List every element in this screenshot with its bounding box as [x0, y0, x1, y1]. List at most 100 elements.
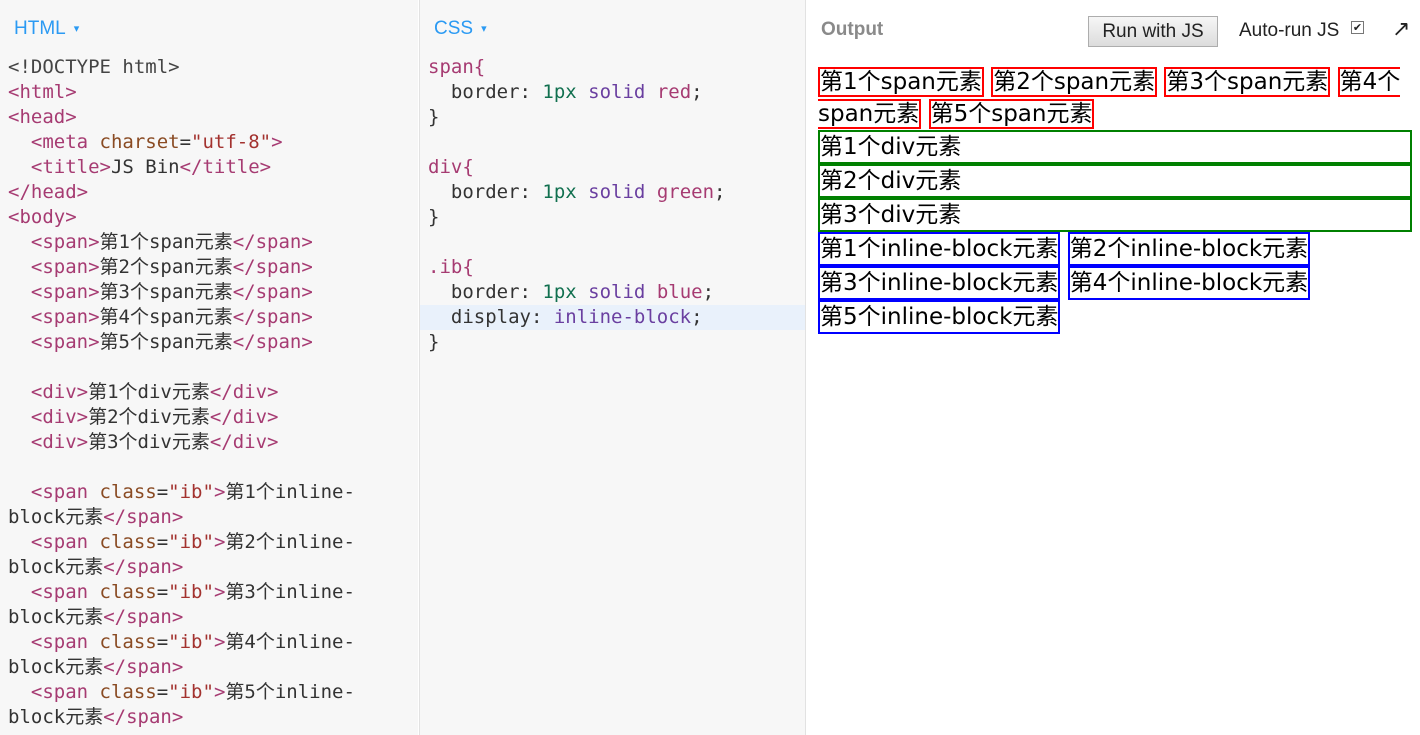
code-line[interactable]: <!DOCTYPE html>	[0, 55, 418, 80]
code-token: }	[428, 331, 440, 353]
code-token: <div>	[8, 406, 89, 428]
code-line[interactable]: }	[420, 330, 805, 355]
code-line[interactable]: <title>JS Bin</title>	[0, 155, 418, 180]
chevron-down-icon[interactable]: ▾	[481, 23, 487, 35]
code-line[interactable]: block元素</span>	[0, 655, 418, 680]
code-line[interactable]	[420, 130, 805, 155]
code-line[interactable]: block元素</span>	[0, 705, 418, 730]
code-line[interactable]: <span>第2个span元素</span>	[0, 255, 418, 280]
code-line[interactable]: .ib{	[420, 255, 805, 280]
code-line[interactable]: <body>	[0, 205, 418, 230]
code-token: :	[519, 81, 543, 103]
code-line[interactable]: </head>	[0, 180, 418, 205]
code-token: <span	[8, 681, 100, 703]
css-panel[interactable]: CSS ▾ span{ border: 1px solid red;} div{ b…	[419, 0, 805, 735]
code-token: display	[428, 306, 531, 328]
code-token: </span>	[232, 256, 313, 278]
code-token: 第2个div元素	[88, 406, 210, 428]
code-token: <!DOCTYPE html>	[8, 56, 180, 78]
code-token: 第5个inline-	[225, 681, 355, 703]
code-token: <span>	[8, 331, 100, 353]
code-token: green	[656, 181, 715, 203]
code-line[interactable]: <meta charset="utf-8">	[0, 130, 418, 155]
output-span: 第5个span元素	[928, 99, 1095, 129]
css-panel-header: CSS ▾	[420, 0, 805, 58]
html-panel-title-label[interactable]: HTML	[14, 18, 66, 39]
code-line[interactable]: block元素</span>	[0, 605, 418, 630]
output-div: 第2个div元素	[818, 164, 1412, 198]
code-token: block元素	[8, 706, 104, 728]
code-token: 第3个div元素	[88, 431, 210, 453]
css-code-editor[interactable]: span{ border: 1px solid red;} div{ border…	[420, 55, 805, 355]
code-line[interactable]: <div>第3个div元素</div>	[0, 430, 418, 455]
output-result: 第1个span元素 第2个span元素 第3个span元素 第4个span元素 …	[818, 66, 1412, 334]
code-token: class	[99, 631, 157, 653]
code-token: "ib"	[168, 531, 214, 553]
code-line[interactable]: border: 1px solid green;	[420, 180, 805, 205]
code-line[interactable]: <span>第3个span元素</span>	[0, 280, 418, 305]
html-panel[interactable]: HTML ▾ <!DOCTYPE html> <html> <head> <meta …	[0, 0, 418, 735]
code-token: 第1个div元素	[88, 381, 210, 403]
code-line[interactable]: <span>第4个span元素</span>	[0, 305, 418, 330]
code-line[interactable]: }	[420, 105, 805, 130]
code-token: class	[99, 531, 157, 553]
code-line[interactable]: }	[420, 205, 805, 230]
code-line[interactable]: <span class="ib">第5个inline-	[0, 680, 418, 705]
code-line[interactable]: border: 1px solid blue;	[420, 280, 805, 305]
code-token: <body>	[8, 206, 77, 228]
code-token: =	[179, 131, 192, 153]
code-line[interactable]: display: inline-block;	[420, 305, 805, 330]
code-token: </head>	[8, 181, 89, 203]
code-line[interactable]: block元素</span>	[0, 555, 418, 580]
code-token: block元素	[8, 556, 104, 578]
code-line[interactable]: block元素</span>	[0, 505, 418, 530]
code-line[interactable]	[420, 230, 805, 255]
code-token: <meta	[8, 131, 100, 153]
css-panel-title[interactable]: CSS ▾	[434, 18, 487, 40]
code-line[interactable]: <span>第1个span元素</span>	[0, 230, 418, 255]
code-token: </div>	[209, 406, 279, 428]
code-line[interactable]: <div>第1个div元素</div>	[0, 380, 418, 405]
code-token: </div>	[209, 431, 279, 453]
code-line[interactable]: border: 1px solid red;	[420, 80, 805, 105]
output-inline-block: 第3个inline-block元素	[818, 266, 1061, 300]
code-token: 第4个span元素	[99, 306, 233, 328]
html-panel-title[interactable]: HTML ▾	[14, 18, 79, 40]
html-code-editor[interactable]: <!DOCTYPE html> <html> <head> <meta charse…	[0, 55, 418, 730]
run-with-js-button[interactable]: Run with JS	[1088, 16, 1218, 47]
code-token: <title>	[8, 156, 111, 178]
output-panel-title: Output	[821, 19, 884, 40]
code-token: >	[213, 481, 226, 503]
code-line[interactable]: <html>	[0, 80, 418, 105]
code-token: "ib"	[168, 681, 214, 703]
code-line[interactable]: <div>第2个div元素</div>	[0, 405, 418, 430]
code-line[interactable]: <head>	[0, 105, 418, 130]
code-line[interactable]: <span class="ib">第4个inline-	[0, 630, 418, 655]
code-token: <span	[8, 631, 100, 653]
code-line[interactable]: <span class="ib">第3个inline-	[0, 580, 418, 605]
code-token: border	[428, 81, 520, 103]
autorun-checkbox[interactable]: ✔	[1351, 21, 1364, 34]
code-token: border	[428, 181, 520, 203]
code-token: <span	[8, 531, 100, 553]
inline-block-list: 第1个inline-block元素 第2个inline-block元素 第3个i…	[818, 232, 1412, 334]
code-line[interactable]	[0, 355, 418, 380]
code-token: 第2个inline-	[225, 531, 355, 553]
css-panel-title-label[interactable]: CSS	[434, 18, 473, 39]
output-inline-block: 第5个inline-block元素	[818, 300, 1061, 334]
code-token: <span>	[8, 281, 100, 303]
code-token: :	[519, 281, 543, 303]
code-line[interactable]: <span class="ib">第1个inline-	[0, 480, 418, 505]
code-token: >	[213, 531, 226, 553]
code-token: blue	[656, 281, 703, 303]
popout-arrow-icon[interactable]: ↗	[1392, 17, 1410, 42]
code-line[interactable]: <span class="ib">第2个inline-	[0, 530, 418, 555]
code-line[interactable]: span{	[420, 55, 805, 80]
chevron-down-icon[interactable]: ▾	[74, 23, 80, 35]
html-panel-header: HTML ▾	[0, 0, 418, 58]
code-line[interactable]: <span>第5个span元素</span>	[0, 330, 418, 355]
code-line[interactable]: div{	[420, 155, 805, 180]
code-token: }	[428, 106, 440, 128]
code-line[interactable]	[0, 455, 418, 480]
code-token: </div>	[209, 381, 279, 403]
